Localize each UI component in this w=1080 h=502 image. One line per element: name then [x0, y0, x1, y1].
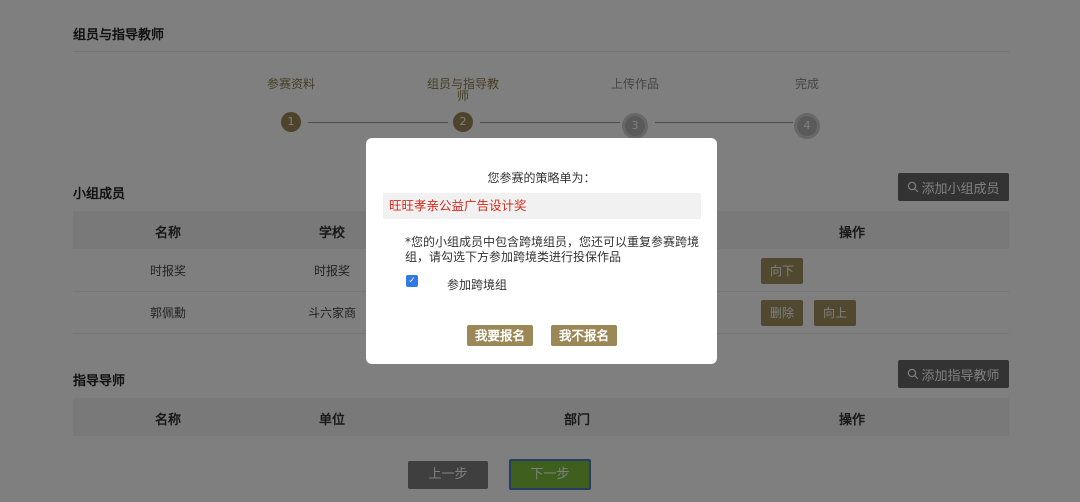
- register-button[interactable]: 我要报名: [467, 325, 534, 346]
- dialog-title: 您参赛的策略单为：: [487, 171, 596, 185]
- checkmark-icon: ✓: [408, 276, 416, 286]
- decline-button[interactable]: 我不报名: [551, 325, 618, 346]
- dialog-note: *您的小组成员中包含跨境组员，您还可以重复参赛跨境组，请勾选下方参加跨境类进行投…: [405, 235, 700, 264]
- cross-border-dialog: 您参赛的策略单为： 旺旺孝亲公益广告设计奖 *您的小组成员中包含跨境组员，您还可…: [366, 138, 717, 364]
- cross-border-checkbox[interactable]: ✓: [406, 275, 418, 287]
- strategy-name: 旺旺孝亲公益广告设计奖: [383, 193, 701, 219]
- cross-border-checkbox-label[interactable]: 参加跨境组: [447, 276, 507, 293]
